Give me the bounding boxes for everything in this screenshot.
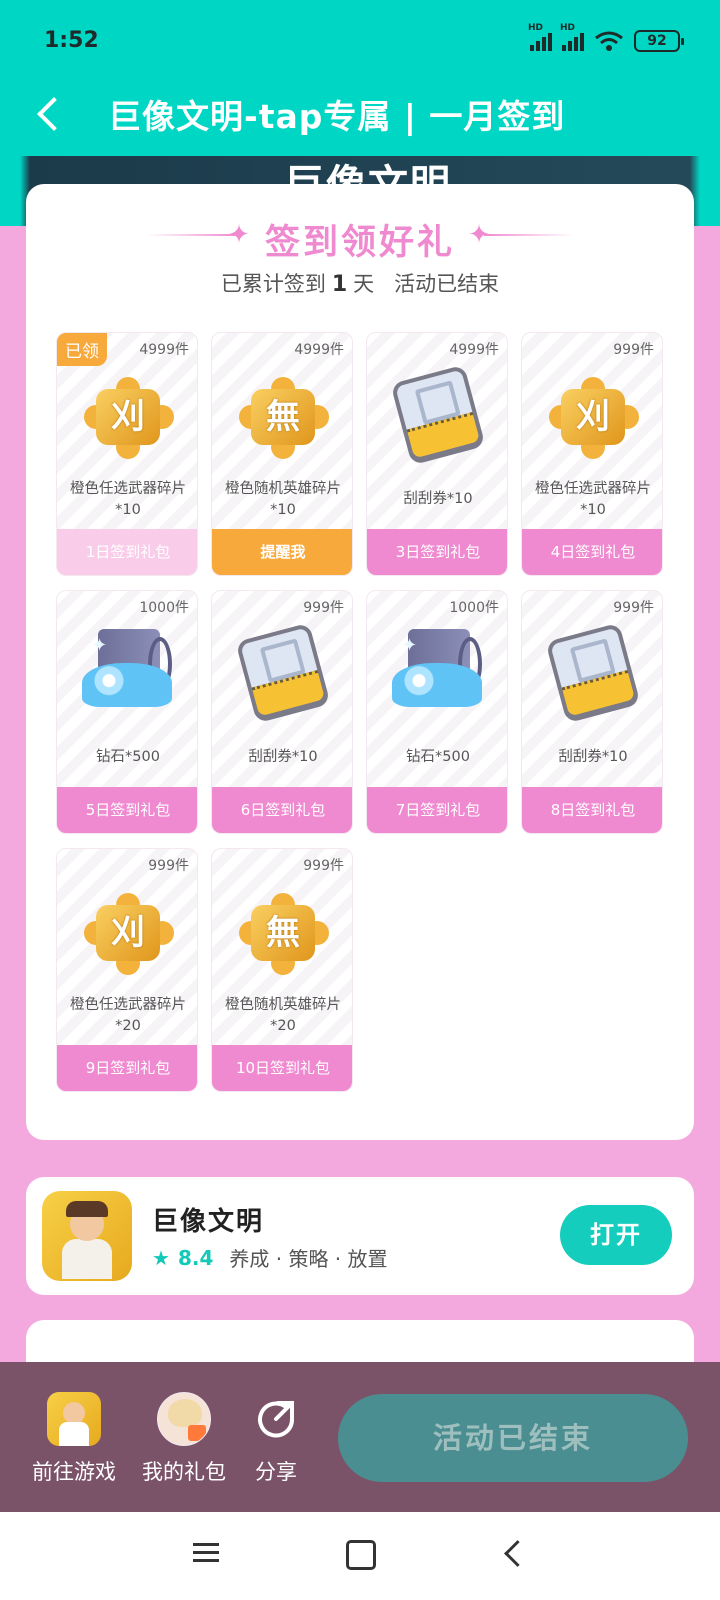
gift-name: 橙色随机英雄碎片*10 (225, 481, 341, 518)
gift-card: 1000件 ✦ 钻石*500 7日签到礼包 (366, 590, 508, 834)
gift-quantity: 4999件 (139, 342, 189, 358)
claimed-badge: 已领 (57, 333, 107, 366)
gift-quantity: 1000件 (139, 600, 189, 616)
signin-title: 签到领好礼 (264, 223, 455, 263)
game-icon (42, 1191, 132, 1281)
signin-summary: 已累计签到 1 天 活动已结束 (220, 272, 500, 297)
title-decoration (484, 234, 574, 236)
gift-name: 橙色任选武器碎片*10 (535, 481, 651, 518)
header: 巨像文明-tap专属 | 一月签到 (0, 84, 720, 144)
wifi-icon (595, 31, 623, 51)
signin-count: 1 (331, 272, 348, 297)
gift-pack-button[interactable]: 6日签到礼包 (212, 787, 352, 833)
puzzle-weapon-icon: 刈 (78, 363, 178, 463)
gift-card: 4999件無橙色随机英雄碎片*10 提醒我 (211, 332, 353, 576)
system-nav-bar (0, 1512, 720, 1600)
gift-quantity: 4999件 (449, 342, 499, 358)
my-gifts-button[interactable]: 我的礼包 (134, 1392, 234, 1486)
game-tags: 养成 · 策略 · 放置 (229, 1247, 388, 1271)
status-time: 1:52 (44, 28, 99, 53)
gift-quantity: 999件 (303, 600, 344, 616)
diamond-safe-icon: ✦ (78, 621, 178, 721)
gift-pack-button[interactable]: 4日签到礼包 (522, 529, 662, 575)
gift-avatar-icon (157, 1392, 211, 1446)
gift-name: 刮刮券*10 (403, 491, 473, 507)
gift-card: 4999件刮刮券*10 3日签到礼包 (366, 332, 508, 576)
game-rating: 8.4 (177, 1245, 214, 1270)
bottom-action-bar: 前往游戏 我的礼包 分享 活动已结束 (0, 1362, 720, 1512)
signin-card: ✦ 签到领好礼 ✦ 已累计签到 1 天 活动已结束 已领 4999件刈橙色任选武器碎片… (26, 184, 694, 1140)
game-name: 巨像文明 (152, 1207, 265, 1237)
go-to-game-button[interactable]: 前往游戏 (24, 1392, 124, 1486)
share-button[interactable]: 分享 (226, 1392, 326, 1486)
gift-quantity: 999件 (613, 600, 654, 616)
menu-nav-icon[interactable] (186, 1538, 226, 1574)
game-meta: ★ 8.4 养成 · 策略 · 放置 (152, 1243, 388, 1272)
puzzle-weapon-icon: 刈 (78, 879, 178, 979)
gift-name: 钻石*500 (406, 749, 470, 765)
gift-quantity: 999件 (613, 342, 654, 358)
gift-quantity: 1000件 (449, 600, 499, 616)
gift-pack-button[interactable]: 3日签到礼包 (367, 529, 507, 575)
status-icons: HD HD 92 (528, 23, 684, 52)
diamond-safe-icon: ✦ (388, 621, 488, 721)
game-card[interactable]: 巨像文明 ★ 8.4 养成 · 策略 · 放置 打开 (26, 1177, 694, 1295)
gift-quantity: 4999件 (294, 342, 344, 358)
share-icon (249, 1392, 303, 1446)
signal-icon: HD (528, 23, 552, 51)
gift-quantity: 999件 (303, 858, 344, 874)
gift-card: 999件刮刮券*10 8日签到礼包 (521, 590, 663, 834)
gift-name: 橙色随机英雄碎片*20 (225, 997, 341, 1034)
gift-pack-button[interactable]: 8日签到礼包 (522, 787, 662, 833)
scratch-ticket-icon (543, 621, 643, 724)
gift-name: 刮刮券*10 (248, 749, 318, 765)
gift-card: 999件無橙色随机英雄碎片*20 10日签到礼包 (211, 848, 353, 1092)
home-nav-icon[interactable] (340, 1538, 380, 1574)
scratch-ticket-icon (388, 363, 488, 466)
open-game-button[interactable]: 打开 (560, 1205, 672, 1265)
star-icon: ★ (152, 1245, 170, 1270)
battery-icon: 92 (634, 30, 684, 52)
activity-ended-button[interactable]: 活动已结束 (338, 1394, 688, 1482)
gift-card: 999件刮刮券*10 6日签到礼包 (211, 590, 353, 834)
gift-card: 999件刈橙色任选武器碎片*10 4日签到礼包 (521, 332, 663, 576)
gift-name: 钻石*500 (96, 749, 160, 765)
gift-name: 橙色任选武器碎片*10 (70, 481, 186, 518)
back-nav-icon[interactable] (494, 1538, 534, 1574)
puzzle-weapon-icon: 刈 (543, 363, 643, 463)
puzzle-hero-icon: 無 (233, 363, 333, 463)
page-title: 巨像文明-tap专属 | 一月签到 (108, 97, 566, 136)
gift-pack-button[interactable]: 5日签到礼包 (57, 787, 197, 833)
scratch-ticket-icon (233, 621, 333, 724)
gift-quantity: 999件 (148, 858, 189, 874)
gift-pack-button[interactable]: 10日签到礼包 (212, 1045, 352, 1091)
puzzle-hero-icon: 無 (233, 879, 333, 979)
gift-card: 已领 4999件刈橙色任选武器碎片*10 1日签到礼包 (56, 332, 198, 576)
status-bar: 1:52 HD HD 92 (0, 0, 720, 80)
gift-grid: 已领 4999件刈橙色任选武器碎片*10 1日签到礼包 4999件無橙色随机英雄碎片*… (56, 332, 668, 1092)
gift-pack-button[interactable]: 9日签到礼包 (57, 1045, 197, 1091)
gift-name: 橙色任选武器碎片*20 (70, 997, 186, 1034)
signal-icon: HD (560, 23, 584, 51)
remind-me-button[interactable]: 提醒我 (212, 529, 352, 575)
back-button[interactable] (30, 94, 70, 134)
gift-name: 刮刮券*10 (558, 749, 628, 765)
gift-card: 999件刈橙色任选武器碎片*20 9日签到礼包 (56, 848, 198, 1092)
activity-status: 活动已结束 (394, 272, 500, 296)
gift-pack-button[interactable]: 7日签到礼包 (367, 787, 507, 833)
game-icon (47, 1392, 101, 1446)
gift-card: 1000件 ✦ 钻石*500 5日签到礼包 (56, 590, 198, 834)
gift-pack-button[interactable]: 1日签到礼包 (57, 529, 197, 575)
